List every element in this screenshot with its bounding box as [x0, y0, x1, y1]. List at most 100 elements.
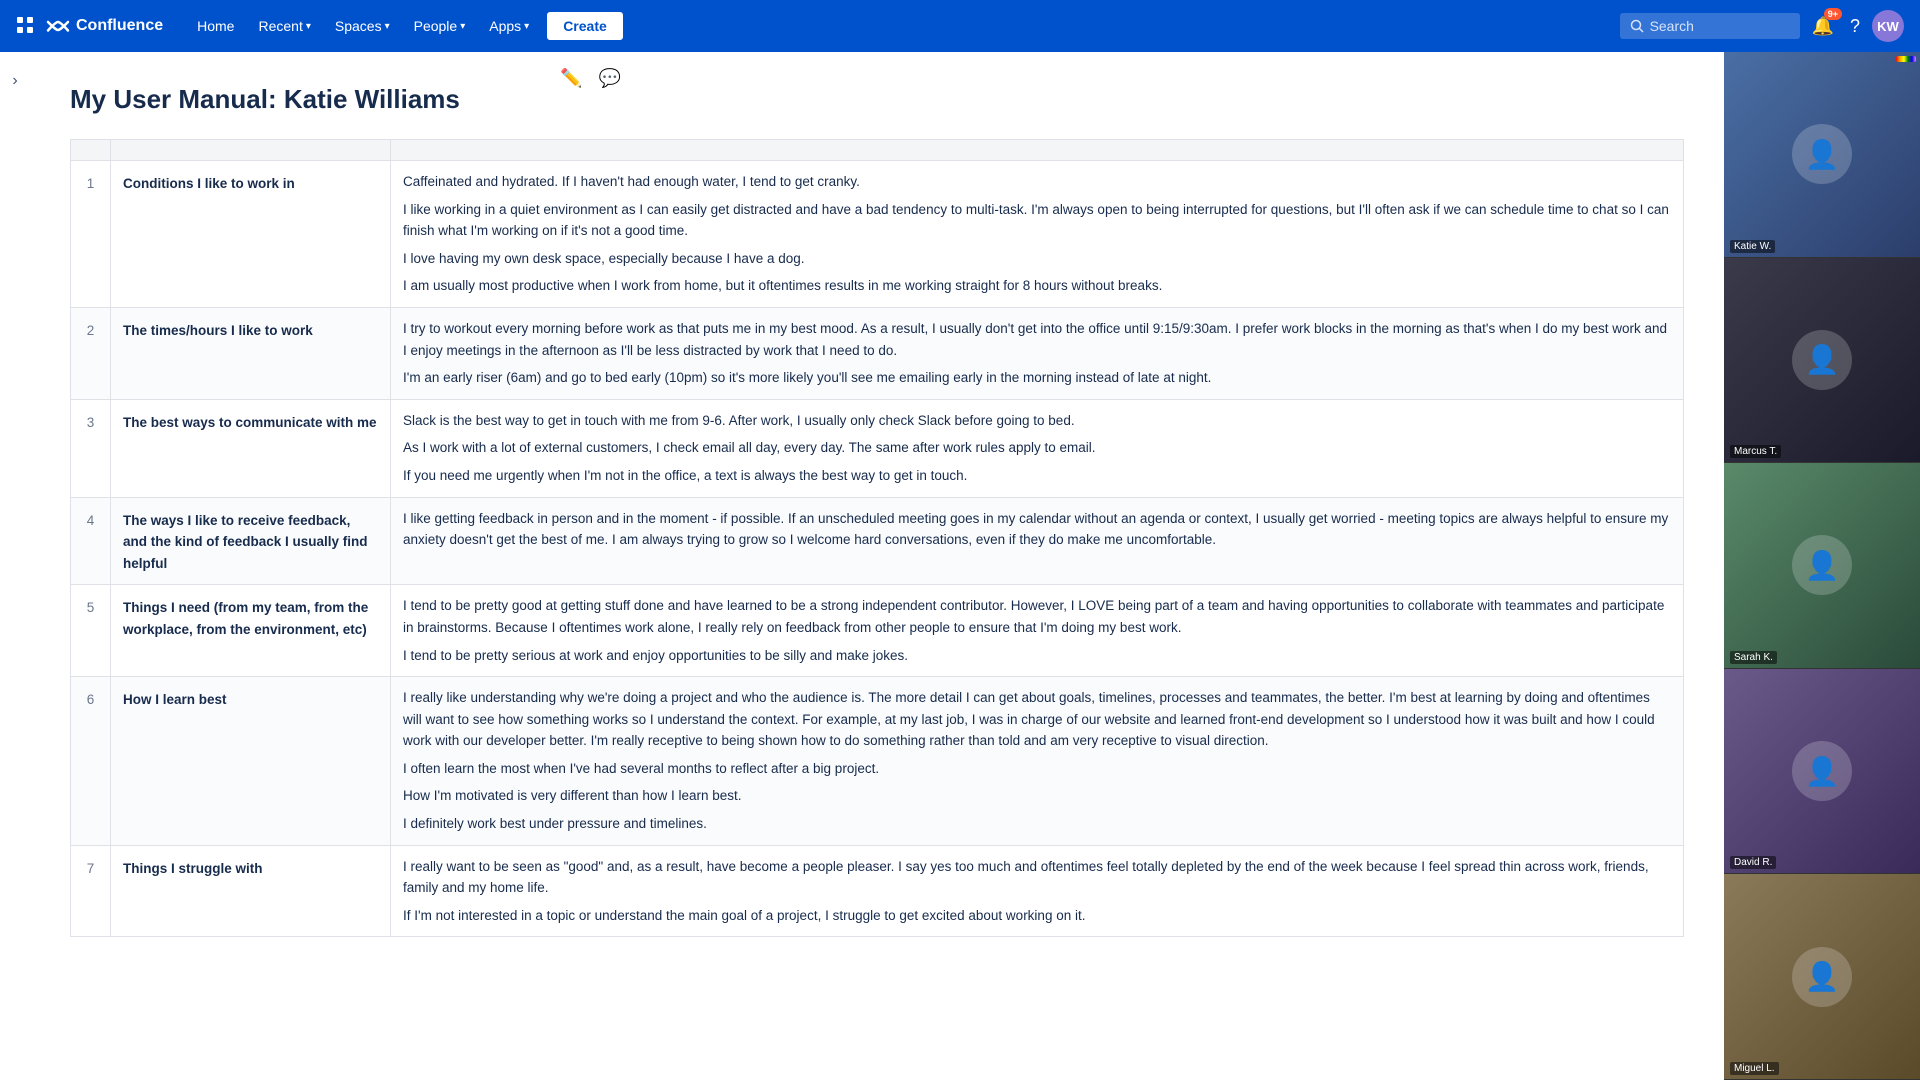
top-navigation: Confluence Home Recent ▾ Spaces ▾ People… — [0, 0, 1920, 52]
person-silhouette: 👤 — [1792, 535, 1852, 595]
content-paragraph: If you need me urgently when I'm not in … — [403, 465, 1671, 487]
nav-home[interactable]: Home — [187, 12, 244, 40]
spaces-chevron-icon: ▾ — [385, 21, 390, 32]
user-manual-table: 1Conditions I like to work in Caffeinated… — [70, 139, 1684, 937]
participant-name: David R. — [1730, 856, 1776, 869]
participant-name: Marcus T. — [1730, 445, 1781, 458]
nav-recent[interactable]: Recent ▾ — [248, 12, 320, 40]
rainbow-indicator — [1896, 56, 1916, 62]
content-paragraph: I like working in a quiet environment as… — [403, 199, 1671, 242]
content-paragraph: As I work with a lot of external custome… — [403, 437, 1671, 459]
confluence-logo[interactable]: Confluence — [46, 14, 163, 38]
content-paragraph: I am usually most productive when I work… — [403, 275, 1671, 297]
logo-text: Confluence — [76, 17, 163, 35]
content-paragraph: If I'm not interested in a topic or unde… — [403, 905, 1671, 927]
row-number: 5 — [71, 585, 111, 677]
row-label: The best ways to communicate with me — [111, 399, 391, 497]
sidebar-toggle[interactable]: › — [0, 52, 30, 1080]
video-tile[interactable]: 👤 David R. — [1724, 669, 1920, 875]
video-tile[interactable]: 👤 Marcus T. — [1724, 258, 1920, 464]
recent-chevron-icon: ▾ — [306, 21, 311, 32]
participant-name: Miguel L. — [1730, 1062, 1779, 1075]
video-panel: 👤 Katie W. 👤 Marcus T. 👤 Sarah K. 👤 David R. 👤 Mi… — [1724, 52, 1920, 1080]
col-num — [71, 140, 111, 161]
content-paragraph: I tend to be pretty good at getting stuf… — [403, 595, 1671, 638]
row-content: I like getting feedback in person and in… — [391, 497, 1684, 585]
row-label: Things I struggle with — [111, 845, 391, 937]
row-number: 6 — [71, 677, 111, 846]
content-paragraph: Caffeinated and hydrated. If I haven't h… — [403, 171, 1671, 193]
participant-name: Katie W. — [1730, 240, 1775, 253]
grid-icon[interactable] — [16, 16, 34, 37]
participant-name: Sarah K. — [1730, 651, 1777, 664]
row-label: Things I need (from my team, from the wo… — [111, 585, 391, 677]
content-paragraph: I try to workout every morning before wo… — [403, 318, 1671, 361]
page-title: My User Manual: Katie Williams — [70, 84, 1684, 115]
content-paragraph: I often learn the most when I've had sev… — [403, 758, 1671, 780]
notifications[interactable]: 🔔 9+ — [1808, 12, 1838, 41]
table-row: 3The best ways to communicate with me Sla… — [71, 399, 1684, 497]
table-row: 5Things I need (from my team, from the w… — [71, 585, 1684, 677]
page-content: My User Manual: Katie Williams 1Conditio… — [30, 52, 1724, 1080]
row-content: Caffeinated and hydrated. If I haven't h… — [391, 161, 1684, 308]
search-icon — [1630, 19, 1644, 33]
table-row: 4The ways I like to receive feedback, an… — [71, 497, 1684, 585]
row-content: I tend to be pretty good at getting stuf… — [391, 585, 1684, 677]
content-paragraph: I really want to be seen as "good" and, … — [403, 856, 1671, 899]
row-content: Slack is the best way to get in touch wi… — [391, 399, 1684, 497]
content-paragraph: I like getting feedback in person and in… — [403, 508, 1671, 551]
help-button[interactable]: ? — [1846, 12, 1864, 41]
main-container: › ✏️ 💬 My User Manual: Katie Williams 1C… — [0, 52, 1920, 1080]
table-row: 2The times/hours I like to workI try to … — [71, 307, 1684, 399]
person-silhouette: 👤 — [1792, 330, 1852, 390]
apps-chevron-icon: ▾ — [524, 21, 529, 32]
table-row: 1Conditions I like to work in Caffeinated… — [71, 161, 1684, 308]
video-background: 👤 — [1724, 463, 1920, 668]
person-silhouette: 👤 — [1792, 947, 1852, 1007]
video-background: 👤 — [1724, 874, 1920, 1079]
row-number: 7 — [71, 845, 111, 937]
row-number: 1 — [71, 161, 111, 308]
content-paragraph: I definitely work best under pressure an… — [403, 813, 1671, 835]
sidebar-chevron-icon: › — [12, 72, 17, 90]
person-silhouette: 👤 — [1792, 124, 1852, 184]
search-label: Search — [1650, 18, 1694, 34]
row-number: 3 — [71, 399, 111, 497]
row-content: I really like understanding why we're do… — [391, 677, 1684, 846]
content-paragraph: How I'm motivated is very different than… — [403, 785, 1671, 807]
nav-right: Search 🔔 9+ ? KW — [1620, 10, 1904, 42]
col-label — [111, 140, 391, 161]
content-paragraph: Slack is the best way to get in touch wi… — [403, 410, 1671, 432]
nav-apps[interactable]: Apps ▾ — [479, 12, 539, 40]
nav-spaces[interactable]: Spaces ▾ — [325, 12, 400, 40]
create-button[interactable]: Create — [547, 12, 623, 40]
video-background: 👤 — [1724, 258, 1920, 463]
row-content: I try to workout every morning before wo… — [391, 307, 1684, 399]
row-label: Conditions I like to work in — [111, 161, 391, 308]
video-background: 👤 — [1724, 669, 1920, 874]
content-paragraph: I love having my own desk space, especia… — [403, 248, 1671, 270]
content-paragraph: I'm an early riser (6am) and go to bed e… — [403, 367, 1671, 389]
page-actions: ✏️ 💬 — [556, 64, 625, 93]
video-background: 👤 — [1724, 52, 1920, 257]
video-tile[interactable]: 👤 Miguel L. — [1724, 874, 1920, 1080]
comment-icon[interactable]: 💬 — [595, 64, 625, 93]
search-bar[interactable]: Search — [1620, 13, 1800, 39]
person-silhouette: 👤 — [1792, 741, 1852, 801]
table-row: 7Things I struggle with I really want to … — [71, 845, 1684, 937]
user-avatar[interactable]: KW — [1872, 10, 1904, 42]
row-label: How I learn best — [111, 677, 391, 846]
row-label: The ways I like to receive feedback, and… — [111, 497, 391, 585]
row-number: 4 — [71, 497, 111, 585]
video-tile[interactable]: 👤 Sarah K. — [1724, 463, 1920, 669]
people-chevron-icon: ▾ — [460, 21, 465, 32]
table-row: 6How I learn bestI really like understan… — [71, 677, 1684, 846]
nav-people[interactable]: People ▾ — [404, 12, 476, 40]
nav-links: Home Recent ▾ Spaces ▾ People ▾ Apps ▾ C… — [187, 12, 623, 40]
col-content — [391, 140, 1684, 161]
video-tile[interactable]: 👤 Katie W. — [1724, 52, 1920, 258]
row-number: 2 — [71, 307, 111, 399]
content-paragraph: I really like understanding why we're do… — [403, 687, 1671, 752]
edit-icon[interactable]: ✏️ — [556, 64, 586, 93]
row-content: I really want to be seen as "good" and, … — [391, 845, 1684, 937]
